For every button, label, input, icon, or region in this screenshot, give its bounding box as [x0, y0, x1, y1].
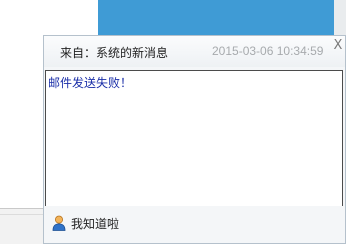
acknowledge-button[interactable]: 我知道啦: [52, 213, 119, 233]
notification-popup: 来自：系统的新消息 2015-03-06 10:34:59 X 邮件发送失败！ …: [43, 35, 346, 244]
background-window-bottom: [0, 208, 44, 244]
user-icon: [52, 215, 66, 231]
acknowledge-label: 我知道啦: [71, 216, 120, 231]
popup-footer: 我知道啦: [44, 206, 345, 243]
close-icon[interactable]: X: [332, 38, 344, 54]
popup-timestamp: 2015-03-06 10:34:59: [212, 44, 324, 58]
message-text: 邮件发送失败！: [48, 76, 133, 90]
popup-header: 来自：系统的新消息 2015-03-06 10:34:59 X: [44, 36, 345, 67]
popup-title: 来自：系统的新消息: [60, 46, 169, 60]
